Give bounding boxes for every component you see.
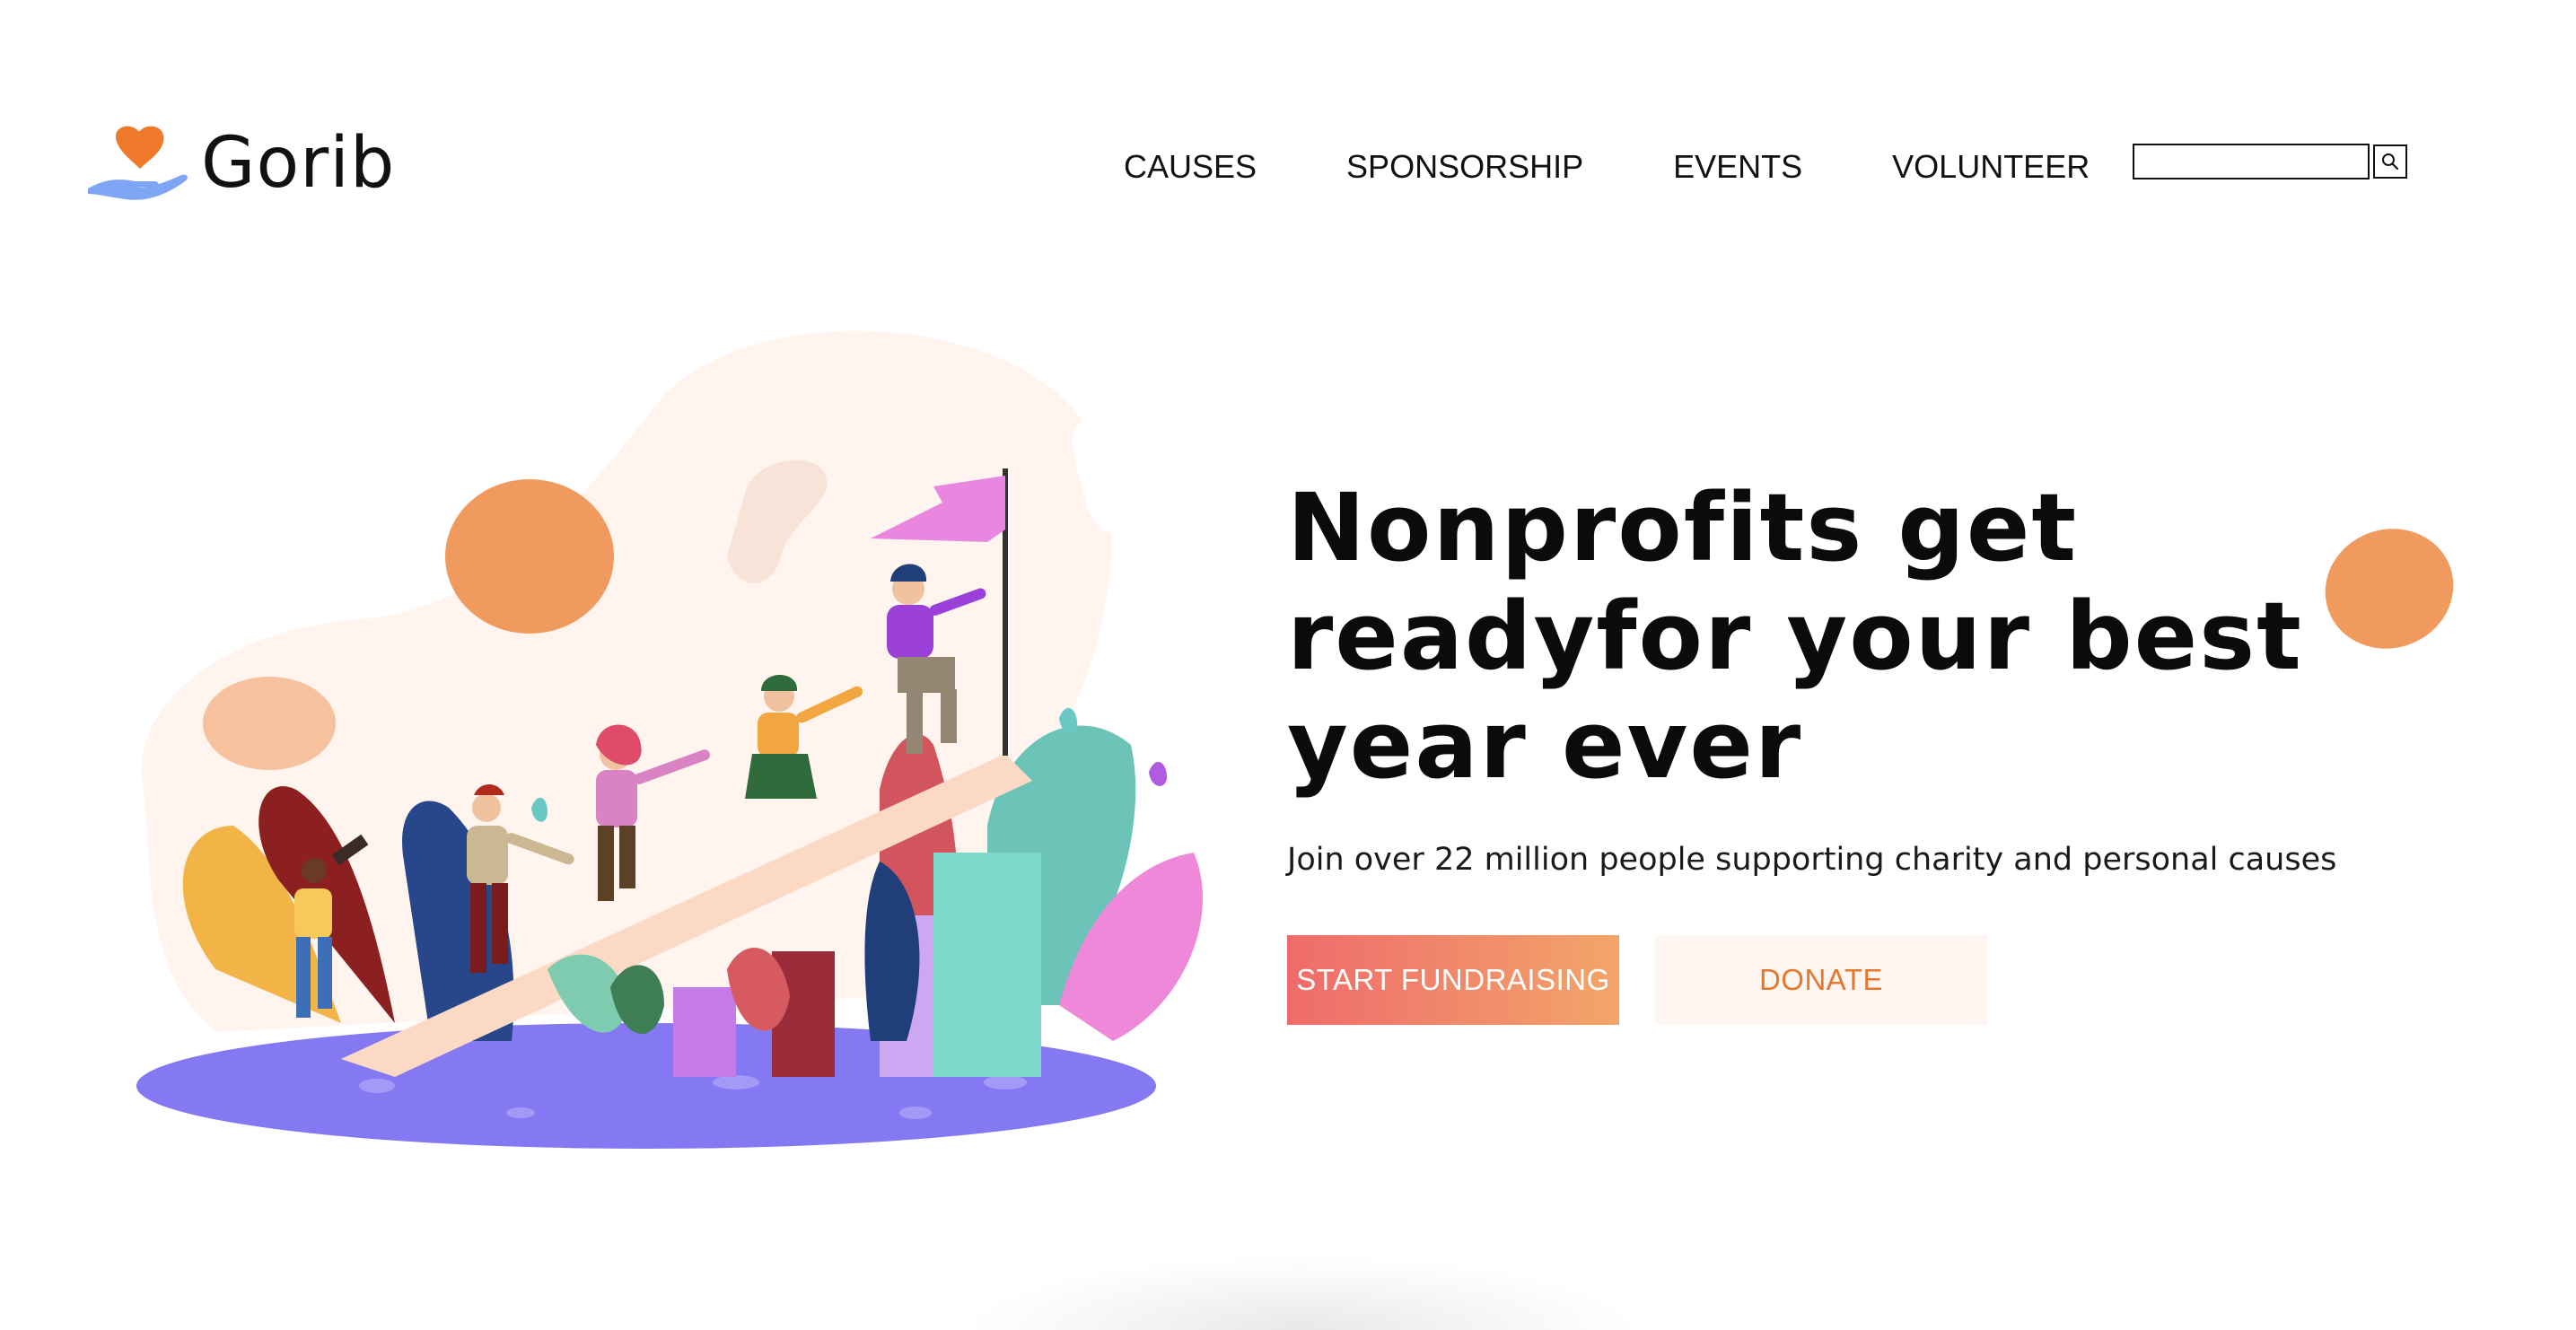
nav-item-volunteer[interactable]: VOLUNTEER [1892, 145, 2090, 188]
main-nav: CAUSES SPONSORSHIP EVENTS VOLUNTEER [1124, 145, 2090, 188]
brand[interactable]: Gorib [86, 126, 395, 201]
search-box [2133, 144, 2407, 179]
nav-item-events[interactable]: EVENTS [1673, 145, 1802, 188]
hero-title: Nonprofits get readyfor your best year e… [1287, 473, 2303, 800]
start-fundraising-button[interactable]: START FUNDRAISING [1287, 935, 1619, 1025]
brand-name: Gorib [201, 123, 396, 204]
section-divider-shadow [969, 1256, 1634, 1330]
nav-item-causes[interactable]: CAUSES [1124, 145, 1257, 188]
search-icon [2382, 153, 2399, 171]
team-climbing-to-flag-illustration [136, 330, 1203, 1149]
heart-hand-icon [88, 126, 188, 200]
hero-subtitle: Join over 22 million people supporting c… [1287, 842, 2337, 878]
search-button[interactable] [2373, 144, 2407, 179]
search-input[interactable] [2133, 144, 2370, 179]
nav-item-sponsorship[interactable]: SPONSORSHIP [1346, 145, 1583, 188]
donate-button[interactable]: DONATE [1655, 935, 1987, 1025]
